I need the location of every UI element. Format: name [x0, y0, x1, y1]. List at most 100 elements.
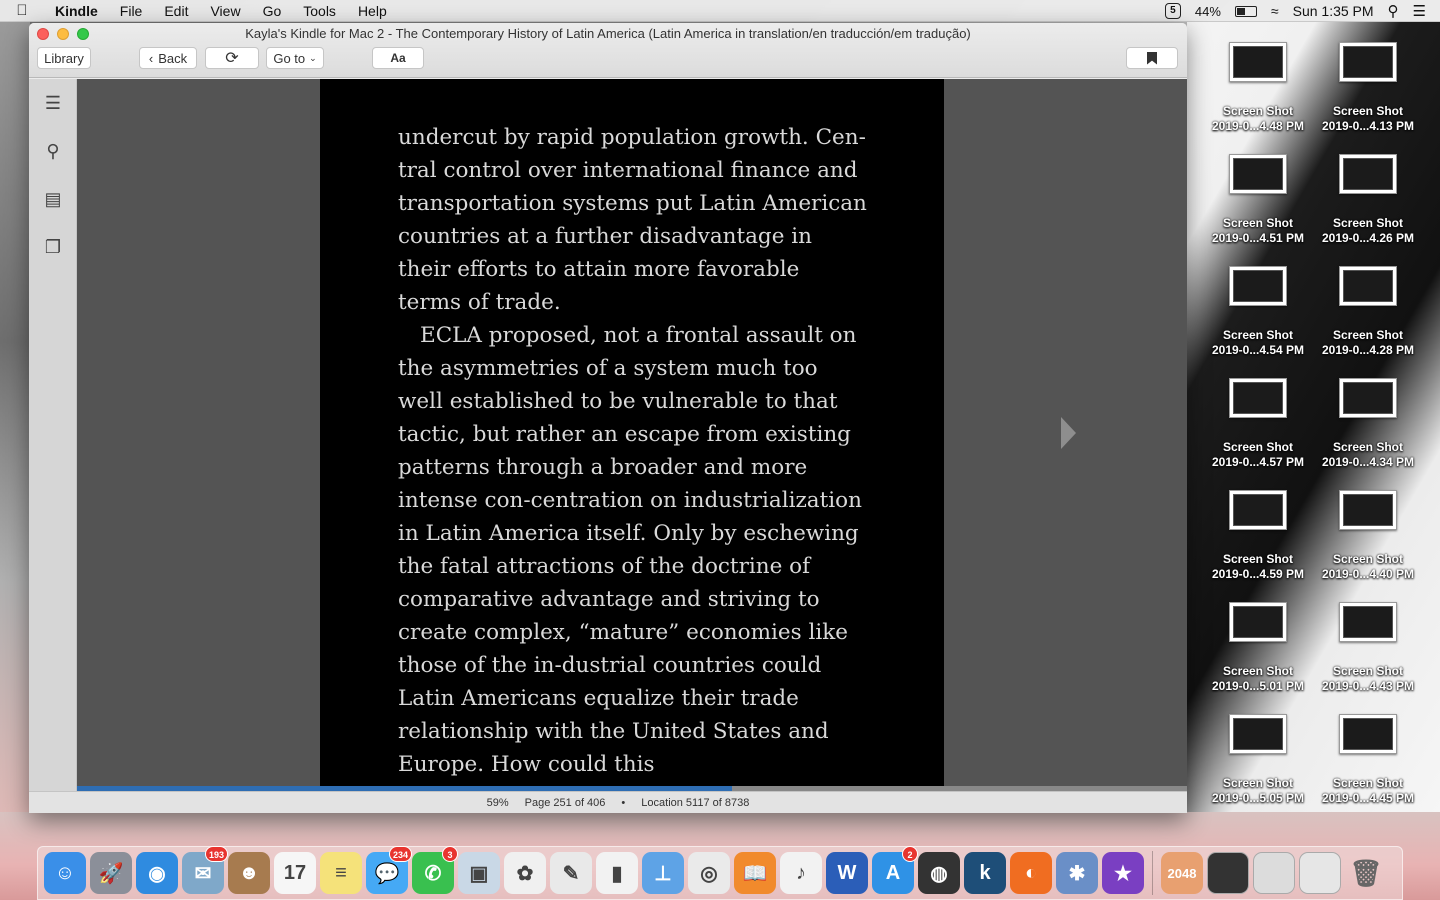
page-text[interactable]: undercut by rapid population growth. Cen…	[398, 121, 868, 781]
app-menu[interactable]: Kindle	[44, 0, 109, 22]
ibooks-icon[interactable]: 📖	[734, 852, 776, 894]
trash-icon[interactable]: 🗑	[1345, 852, 1387, 894]
desktop-file-label: Screen Shot 2019-0...4.40 PM	[1312, 552, 1424, 582]
back-button[interactable]: ‹ Back	[139, 47, 197, 69]
status-badge-icon[interactable]: 5	[1164, 3, 1181, 19]
search-icon[interactable]: ⚲	[43, 141, 63, 161]
contacts-icon[interactable]: ☻	[228, 852, 270, 894]
app-store-icon[interactable]: A2	[872, 846, 918, 894]
safari-icon[interactable]: ◉	[136, 852, 178, 894]
window-title: Kayla's Kindle for Mac 2 - The Contempor…	[245, 26, 971, 41]
menu-go[interactable]: Go	[252, 0, 293, 22]
bookmark-button[interactable]	[1126, 47, 1178, 69]
dock-glyph: ✿	[516, 862, 534, 885]
spotlight-search-icon[interactable]: ⚲	[1388, 2, 1399, 20]
screenshot-thumbnail-icon	[1229, 378, 1287, 418]
screenshot-thumbnail-icon	[1229, 266, 1287, 306]
battery-percent[interactable]: 44%	[1195, 4, 1221, 19]
paragraph-1[interactable]: undercut by rapid population growth. Cen…	[398, 121, 868, 319]
game-2048-icon[interactable]: 2048	[1161, 852, 1203, 894]
recent-window-1-icon[interactable]	[1207, 852, 1249, 894]
launchpad-icon[interactable]: 🚀	[90, 852, 132, 894]
menu-file[interactable]: File	[109, 0, 154, 22]
desktop-file-screenshot[interactable]: Screen Shot 2019-0...4.54 PM	[1202, 266, 1314, 358]
keynote-icon[interactable]: ✎	[550, 852, 592, 894]
desktop-file-screenshot[interactable]: Screen Shot 2019-0...4.43 PM	[1312, 602, 1424, 694]
recent-window-2-icon[interactable]	[1253, 852, 1295, 894]
wallpaper-left	[0, 22, 30, 822]
desktop-file-screenshot[interactable]: Screen Shot 2019-0...5.01 PM	[1202, 602, 1314, 694]
desktop-file-screenshot[interactable]: Screen Shot 2019-0...5.05 PM	[1202, 714, 1314, 806]
file-label-line1: Screen Shot	[1332, 664, 1404, 678]
desktop-file-label: Screen Shot 2019-0...4.34 PM	[1312, 440, 1424, 470]
desktop-file-label: Screen Shot 2019-0...4.26 PM	[1312, 216, 1424, 246]
desktop-file-screenshot[interactable]: Screen Shot 2019-0...4.34 PM	[1312, 378, 1424, 470]
file-label-line1: Screen Shot	[1222, 216, 1294, 230]
dock-separator	[1152, 851, 1153, 895]
file-label-line2: 2019-0...4.57 PM	[1211, 455, 1305, 469]
presentation-icon[interactable]: ⊥	[642, 852, 684, 894]
file-label-line1: Screen Shot	[1222, 104, 1294, 118]
menu-edit[interactable]: Edit	[153, 0, 199, 22]
menu-help[interactable]: Help	[347, 0, 398, 22]
menu-tools[interactable]: Tools	[292, 0, 347, 22]
desktop-file-screenshot[interactable]: Screen Shot 2019-0...4.28 PM	[1312, 266, 1424, 358]
reading-area[interactable]: undercut by rapid population growth. Cen…	[77, 79, 1187, 791]
desktop-file-screenshot[interactable]: Screen Shot 2019-0...4.26 PM	[1312, 154, 1424, 246]
desktop-file-screenshot[interactable]: Screen Shot 2019-0...4.51 PM	[1202, 154, 1314, 246]
font-settings-button[interactable]: Aa	[372, 47, 424, 69]
camera-app-icon[interactable]: ◍	[918, 852, 960, 894]
word-icon[interactable]: W	[826, 852, 868, 894]
desktop-file-screenshot[interactable]: Screen Shot 2019-0...4.48 PM	[1202, 42, 1314, 134]
mail-icon[interactable]: ✉ 193	[182, 846, 228, 894]
notes-icon[interactable]: ▤	[43, 189, 63, 209]
menu-bar:  Kindle File Edit View Go Tools Help 5 …	[0, 0, 1440, 22]
book-page[interactable]: undercut by rapid population growth. Cen…	[320, 79, 944, 786]
next-page-arrow-icon[interactable]	[1061, 417, 1076, 449]
desktop-file-label: Screen Shot 2019-0...4.43 PM	[1312, 664, 1424, 694]
photos-icon[interactable]: ✿	[504, 852, 546, 894]
apple-menu-icon[interactable]: 	[0, 2, 44, 19]
chrome-icon[interactable]: ◎	[688, 852, 730, 894]
dock-glyph: ☺	[54, 861, 76, 884]
file-label-line1: Screen Shot	[1222, 440, 1294, 454]
desktop-file-label: Screen Shot 2019-0...4.51 PM	[1202, 216, 1314, 246]
library-button[interactable]: Library	[37, 47, 91, 69]
kindle-icon[interactable]: k	[964, 852, 1006, 894]
firefox-icon[interactable]: ◐	[1010, 852, 1052, 894]
battery-icon[interactable]	[1234, 5, 1257, 17]
table-of-contents-icon[interactable]: ☰	[43, 93, 63, 113]
bluetooth-icon[interactable]: ✱	[1056, 852, 1098, 894]
finder-icon[interactable]: ☺	[44, 852, 86, 894]
status-separator: •	[621, 796, 626, 809]
preview-icon[interactable]: ▣	[458, 852, 500, 894]
file-label-line1: Screen Shot	[1332, 440, 1404, 454]
desktop-file-screenshot[interactable]: Screen Shot 2019-0...4.45 PM	[1312, 714, 1424, 806]
facetime-icon[interactable]: ✆ 3	[412, 846, 458, 894]
wifi-icon[interactable]: ≈	[1271, 3, 1279, 19]
sync-button[interactable]: ⟳	[205, 47, 259, 69]
chevron-down-icon: ⌄	[309, 52, 317, 63]
menu-view[interactable]: View	[199, 0, 251, 22]
side-rail: ☰ ⚲ ▤ ❐	[29, 79, 77, 791]
desktop-file-screenshot[interactable]: Screen Shot 2019-0...4.59 PM	[1202, 490, 1314, 582]
desktop-file-screenshot[interactable]: Screen Shot 2019-0...4.57 PM	[1202, 378, 1314, 470]
imovie-icon[interactable]: ★	[1102, 852, 1144, 894]
clock[interactable]: Sun 1:35 PM	[1293, 3, 1374, 19]
desktop-file-screenshot[interactable]: Screen Shot 2019-0...4.13 PM	[1312, 42, 1424, 134]
dock-glyph: ✎	[562, 862, 580, 885]
numbers-icon[interactable]: ▮	[596, 852, 638, 894]
notes-icon[interactable]: ≡	[320, 852, 362, 894]
status-bar: 59% Page 251 of 406 • Location 5117 of 8…	[29, 791, 1187, 813]
notification-center-icon[interactable]: ☰	[1413, 2, 1426, 20]
dock-glyph: 17	[283, 861, 307, 884]
itunes-icon[interactable]: ♪	[780, 852, 822, 894]
flashcards-icon[interactable]: ❐	[43, 237, 63, 257]
recent-window-3-icon[interactable]	[1299, 852, 1341, 894]
file-label-line1: Screen Shot	[1332, 776, 1404, 790]
calendar-icon[interactable]: 17	[274, 852, 316, 894]
desktop-file-screenshot[interactable]: Screen Shot 2019-0...4.40 PM	[1312, 490, 1424, 582]
paragraph-2[interactable]: ECLA proposed, not a frontal assault on …	[398, 319, 868, 781]
messages-icon[interactable]: 💬 234	[366, 846, 412, 894]
go-to-button[interactable]: Go to ⌄	[266, 47, 324, 69]
